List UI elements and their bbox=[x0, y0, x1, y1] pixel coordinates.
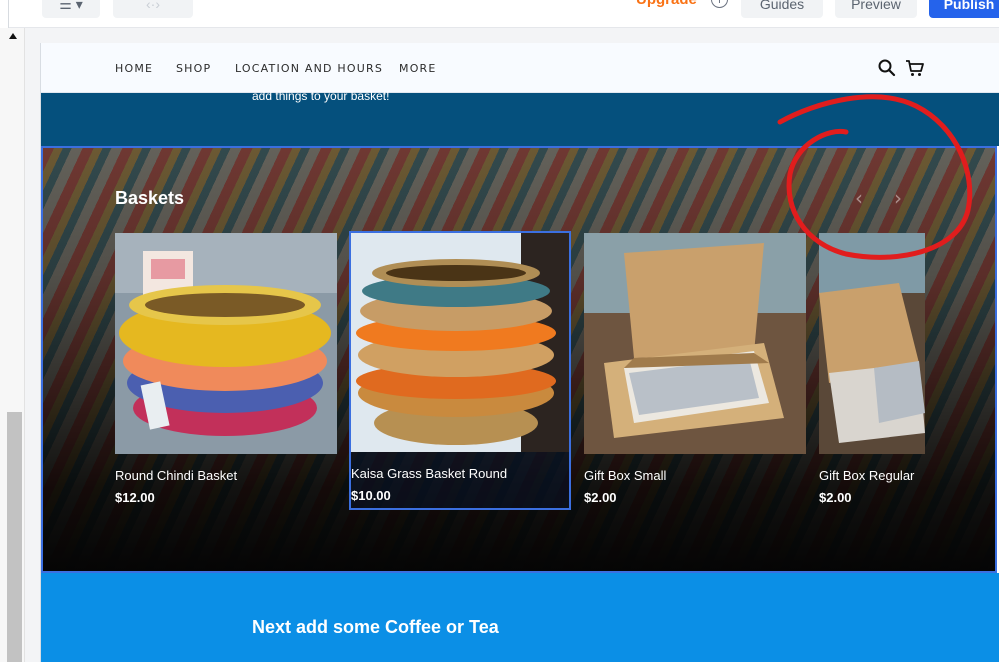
product-price: $12.00 bbox=[115, 490, 155, 505]
product-image-kaisa-grass-basket[interactable] bbox=[351, 233, 569, 452]
toolbar-edge bbox=[0, 0, 9, 28]
publish-button[interactable]: Publish bbox=[929, 0, 999, 18]
preview-label: Preview bbox=[851, 0, 901, 12]
nav-item-home[interactable]: HOME bbox=[115, 62, 153, 75]
product-price: $10.00 bbox=[351, 488, 391, 503]
search-icon[interactable] bbox=[877, 58, 897, 78]
carousel-prev-icon[interactable]: ‹ bbox=[855, 186, 863, 210]
menu-icon: ☰ ▾ bbox=[59, 0, 83, 12]
product-name[interactable]: Gift Box Small bbox=[584, 468, 666, 483]
carousel-next-icon[interactable]: › bbox=[894, 186, 902, 210]
section-heading: Next add some Coffee or Tea bbox=[252, 617, 499, 637]
undo-icon[interactable]: ‹·› bbox=[146, 0, 160, 12]
editor-toolbar: ☰ ▾ ‹·› Upgrade i Guides Preview Publish bbox=[0, 0, 999, 28]
nav-item-shop[interactable]: SHOP bbox=[176, 62, 211, 75]
hero-section: add things to your basket! bbox=[41, 89, 999, 146]
coffee-tea-section: Next add some Coffee or Tea bbox=[41, 573, 999, 662]
menu-dropdown-button[interactable]: ☰ ▾ bbox=[42, 0, 100, 18]
site-nav: HOME SHOP LOCATION AND HOURS MORE bbox=[41, 43, 999, 93]
product-card[interactable]: Gift Box Regular $2.00 bbox=[819, 233, 925, 512]
upgrade-link[interactable]: Upgrade bbox=[636, 0, 697, 8]
product-name[interactable]: Kaisa Grass Basket Round bbox=[351, 466, 507, 481]
site-canvas: HOME SHOP LOCATION AND HOURS MORE add th… bbox=[40, 43, 999, 662]
info-icon[interactable]: i bbox=[711, 0, 728, 8]
cart-icon[interactable] bbox=[905, 58, 925, 78]
guides-button[interactable]: Guides bbox=[741, 0, 823, 18]
scrollbar-thumb[interactable] bbox=[7, 412, 22, 662]
product-image-round-chindi-basket[interactable] bbox=[115, 233, 337, 454]
section-title: Baskets bbox=[115, 188, 185, 208]
editor-window: ☰ ▾ ‹·› Upgrade i Guides Preview Publish… bbox=[0, 0, 999, 662]
left-scrollbar[interactable] bbox=[0, 28, 25, 662]
product-card[interactable]: Gift Box Small $2.00 bbox=[584, 233, 806, 512]
guides-label: Guides bbox=[759, 0, 805, 12]
product-card-selected[interactable]: Kaisa Grass Basket Round $10.00 bbox=[349, 231, 571, 510]
undo-redo-group[interactable]: ‹·› bbox=[113, 0, 193, 18]
nav-item-location-hours[interactable]: LOCATION AND HOURS bbox=[235, 62, 383, 75]
product-name[interactable]: Round Chindi Basket bbox=[115, 468, 237, 483]
product-price: $2.00 bbox=[819, 490, 852, 505]
baskets-section[interactable]: Baskets ‹ › Round Chindi Basket $12.00 K… bbox=[41, 146, 997, 573]
hero-text: add things to your basket! bbox=[252, 89, 390, 103]
nav-item-more[interactable]: MORE bbox=[399, 62, 437, 75]
product-card[interactable]: Round Chindi Basket $12.00 bbox=[115, 233, 337, 512]
scroll-up-icon[interactable] bbox=[9, 33, 17, 39]
product-image-gift-box-small[interactable] bbox=[584, 233, 806, 454]
product-price: $2.00 bbox=[584, 490, 617, 505]
preview-button[interactable]: Preview bbox=[835, 0, 917, 18]
product-image-gift-box-regular[interactable] bbox=[819, 233, 925, 454]
product-name[interactable]: Gift Box Regular bbox=[819, 468, 914, 483]
